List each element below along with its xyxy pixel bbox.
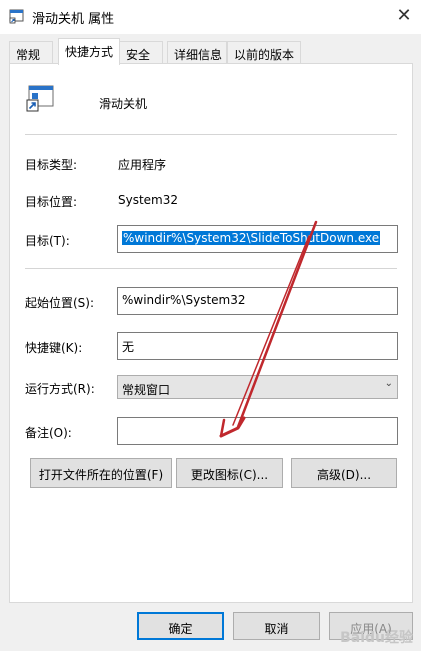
- advanced-button[interactable]: 高级(D)...: [291, 458, 397, 488]
- tab-details[interactable]: 详细信息: [167, 41, 227, 63]
- target-type-label: 目标类型:: [25, 158, 78, 172]
- run-mode-value: 常规窗口: [122, 383, 171, 397]
- start-in-label: 起始位置(S):: [25, 296, 95, 310]
- open-file-location-button[interactable]: 打开文件所在的位置(F): [30, 458, 172, 488]
- shortcut-name: 滑动关机: [99, 97, 148, 111]
- target-field[interactable]: %windir%\System32\SlideToShutDown.exe: [117, 225, 398, 253]
- target-value: %windir%\System32\SlideToShutDown.exe: [122, 231, 381, 245]
- target-location-label: 目标位置:: [25, 195, 78, 209]
- close-button[interactable]: ✕: [392, 4, 416, 28]
- target-label: 目标(T):: [25, 234, 70, 248]
- window-title: 滑动关机 属性: [32, 12, 115, 27]
- hotkey-label: 快捷键(K):: [25, 341, 83, 355]
- tab-previous-versions[interactable]: 以前的版本: [227, 41, 301, 63]
- run-mode-select[interactable]: 常规窗口 ⌄: [117, 375, 398, 399]
- title-bar[interactable]: 滑动关机 属性 ✕: [0, 0, 421, 34]
- separator: [25, 134, 397, 135]
- ok-button[interactable]: 确定: [137, 612, 224, 640]
- change-icon-button[interactable]: 更改图标(C)...: [176, 458, 283, 488]
- app-icon: [9, 9, 24, 24]
- shortcut-panel: 滑动关机 目标类型: 应用程序 目标位置: System32 目标(T): %w…: [9, 63, 413, 603]
- chevron-down-icon: ⌄: [384, 378, 393, 389]
- tab-security[interactable]: 安全: [119, 41, 163, 63]
- hotkey-field[interactable]: 无: [117, 332, 398, 360]
- start-in-field[interactable]: %windir%\System32: [117, 287, 398, 315]
- shortcut-app-icon: [26, 85, 54, 112]
- comment-label: 备注(O):: [25, 426, 72, 440]
- watermark: Baidu经验: [340, 630, 413, 646]
- separator: [25, 268, 397, 269]
- tab-shortcut[interactable]: 快捷方式: [58, 38, 120, 65]
- target-type-value: 应用程序: [118, 158, 167, 172]
- run-label: 运行方式(R):: [25, 382, 95, 396]
- tab-general[interactable]: 常规: [9, 41, 53, 63]
- comment-field[interactable]: [117, 417, 398, 445]
- target-location-value: System32: [118, 193, 179, 207]
- cancel-button[interactable]: 取消: [233, 612, 320, 640]
